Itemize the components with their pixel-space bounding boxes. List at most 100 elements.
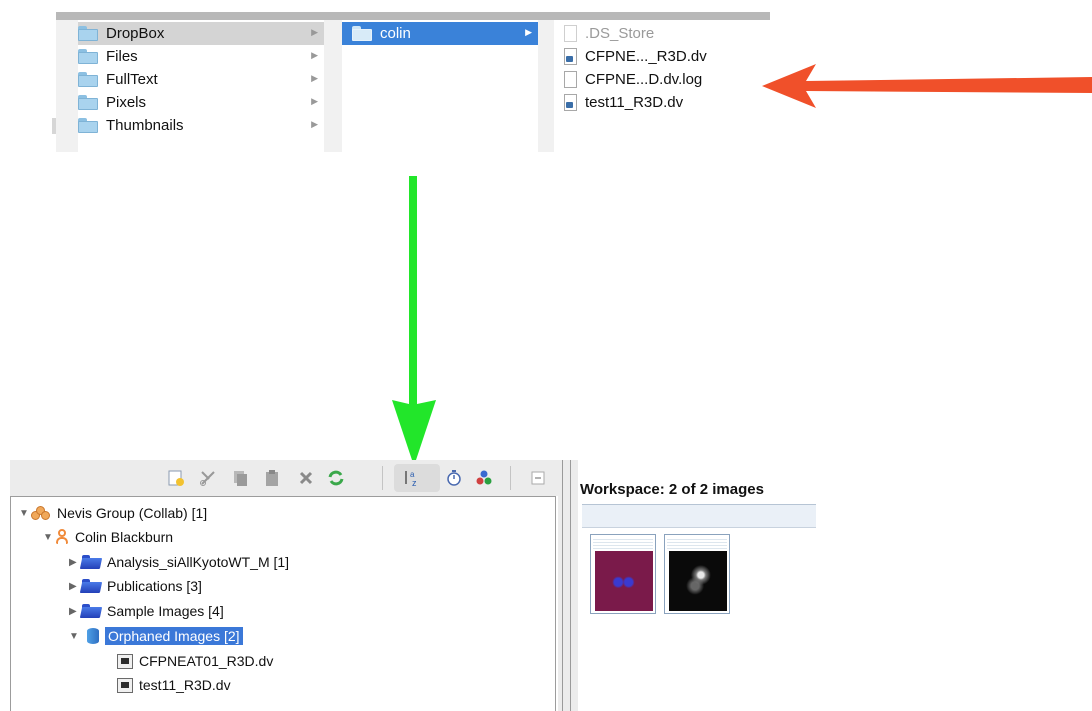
data-manager-toolbar: az — [10, 460, 558, 496]
sort-date-icon[interactable] — [444, 468, 464, 488]
finder-file-label: CFPNE..._R3D.dv — [585, 48, 707, 65]
thumbnail-image — [595, 551, 653, 611]
finder-file-label: CFPNE...D.dv.log — [585, 71, 703, 88]
tree-node-label: Orphaned Images [2] — [105, 627, 243, 645]
tree-node-group[interactable]: ▼ Nevis Group (Collab) [1] — [19, 502, 207, 524]
finder-file-label: .DS_Store — [585, 25, 655, 42]
collapsed-triangle-icon: ▶ — [69, 580, 77, 592]
orphaned-images-icon — [87, 628, 99, 644]
tree-node-orphaned-images[interactable]: ▼ Orphaned Images [2] — [69, 625, 243, 647]
new-icon[interactable] — [166, 468, 186, 488]
chevron-right-icon: ▶ — [311, 119, 318, 129]
dv-document-icon — [564, 48, 577, 65]
tree-node-project[interactable]: ▶ Analysis_siAllKyotoWT_M [1] — [69, 551, 289, 573]
thumbnail-image — [669, 551, 727, 611]
finder-file-cfpne-log[interactable]: CFPNE...D.dv.log — [564, 68, 764, 91]
folder-icon — [78, 49, 98, 64]
green-arrow-icon — [392, 176, 436, 466]
user-icon — [55, 529, 69, 545]
tree-node-image[interactable]: test11_R3D.dv — [117, 674, 231, 696]
red-arrow-icon — [762, 64, 1092, 108]
chevron-right-icon: ▶ — [311, 96, 318, 106]
finder-item-fulltext[interactable]: FullText ▶ — [78, 68, 324, 91]
copy-icon[interactable] — [230, 468, 250, 488]
chevron-right-icon: ▶ — [311, 50, 318, 60]
blank-document-icon — [564, 25, 577, 42]
refresh-icon[interactable] — [326, 468, 346, 488]
filter-icon[interactable] — [474, 468, 494, 488]
group-icon — [31, 505, 51, 521]
expanded-triangle-icon: ▼ — [69, 630, 79, 642]
toolbar-separator — [382, 466, 383, 490]
collapsed-triangle-icon: ▶ — [69, 605, 77, 617]
finder-item-label: Pixels — [106, 94, 147, 111]
finder-item-label: Files — [106, 48, 138, 65]
splitter-line — [570, 460, 571, 711]
finder-item-dropbox[interactable]: DropBox ▶ — [78, 22, 324, 45]
folder-icon — [78, 26, 98, 41]
finder-column-3[interactable]: .DS_Store CFPNE..._R3D.dv CFPNE...D.dv.l… — [554, 20, 766, 152]
column-divider[interactable] — [324, 20, 342, 152]
chevron-right-icon: ▶ — [525, 27, 532, 37]
finder-window-edge — [56, 12, 770, 20]
column-divider[interactable] — [538, 20, 554, 152]
folder-icon — [78, 72, 98, 87]
workspace-toolbar — [582, 504, 816, 528]
splitter-line — [562, 460, 563, 711]
finder-file-label: test11_R3D.dv — [585, 94, 684, 111]
finder-item-colin[interactable]: colin ▶ — [342, 22, 538, 45]
chevron-right-icon: ▶ — [311, 27, 318, 37]
project-folder-icon — [81, 579, 101, 593]
tree-node-project[interactable]: ▶ Publications [3] — [69, 575, 202, 597]
collapse-icon[interactable] — [528, 468, 548, 488]
finder-sidebar-gutter — [56, 20, 78, 152]
image-file-icon — [117, 677, 133, 693]
expanded-triangle-icon: ▼ — [43, 531, 53, 543]
project-folder-icon — [81, 604, 101, 618]
tree-node-label: Nevis Group (Collab) [1] — [57, 505, 208, 521]
expanded-triangle-icon: ▼ — [19, 507, 29, 519]
svg-text:z: z — [412, 478, 417, 488]
project-folder-icon — [81, 555, 101, 569]
finder-file-ds-store[interactable]: .DS_Store — [564, 22, 764, 45]
folder-icon — [78, 118, 98, 133]
image-thumbnail-1[interactable] — [590, 534, 656, 614]
finder-item-files[interactable]: Files ▶ — [78, 45, 324, 68]
cut-off-text — [586, 460, 786, 466]
image-file-icon — [117, 653, 133, 669]
finder-file-cfpne-r3d[interactable]: CFPNE..._R3D.dv — [564, 45, 764, 68]
finder-column-1[interactable]: DropBox ▶ Files ▶ FullText ▶ Pixels ▶ Th… — [56, 20, 324, 152]
tree-node-user[interactable]: ▼ Colin Blackburn — [43, 526, 173, 548]
tree-node-label: Sample Images [4] — [107, 603, 224, 619]
tree-node-image[interactable]: CFPNEAT01_R3D.dv — [117, 650, 273, 672]
document-icon — [564, 71, 577, 88]
tree-node-label: CFPNEAT01_R3D.dv — [139, 653, 274, 669]
panel-splitter[interactable] — [558, 460, 578, 711]
folder-icon — [78, 95, 98, 110]
collapsed-triangle-icon: ▶ — [69, 556, 77, 568]
tree-node-label: test11_R3D.dv — [139, 677, 231, 693]
delete-icon[interactable] — [296, 468, 316, 488]
finder-column-2[interactable]: colin ▶ — [342, 20, 538, 152]
image-thumbnail-2[interactable] — [664, 534, 730, 614]
finder-item-thumbnails[interactable]: Thumbnails ▶ — [78, 114, 324, 137]
finder-item-label: colin — [380, 25, 411, 42]
tree-node-label: Colin Blackburn — [75, 529, 174, 545]
finder-item-label: DropBox — [106, 25, 165, 42]
finder-file-test11[interactable]: test11_R3D.dv — [564, 91, 764, 114]
thumbnail-header — [667, 537, 727, 549]
thumbnail-header — [593, 537, 653, 549]
cut-icon[interactable] — [198, 468, 218, 488]
paste-icon[interactable] — [262, 468, 282, 488]
workspace-title: Workspace: 2 of 2 images — [580, 481, 764, 498]
chevron-right-icon: ▶ — [311, 73, 318, 83]
finder-item-pixels[interactable]: Pixels ▶ — [78, 91, 324, 114]
dv-document-icon — [564, 94, 577, 111]
sort-alpha-icon[interactable]: az — [402, 468, 422, 488]
tree-node-label: Analysis_siAllKyotoWT_M [1] — [107, 554, 290, 570]
finder-item-label: Thumbnails — [106, 117, 184, 134]
tree-node-label: Publications [3] — [107, 578, 202, 594]
finder-item-label: FullText — [106, 71, 158, 88]
tree-node-project[interactable]: ▶ Sample Images [4] — [69, 600, 224, 622]
data-manager-tree[interactable]: ▼ Nevis Group (Collab) [1] ▼ Colin Black… — [10, 496, 556, 711]
